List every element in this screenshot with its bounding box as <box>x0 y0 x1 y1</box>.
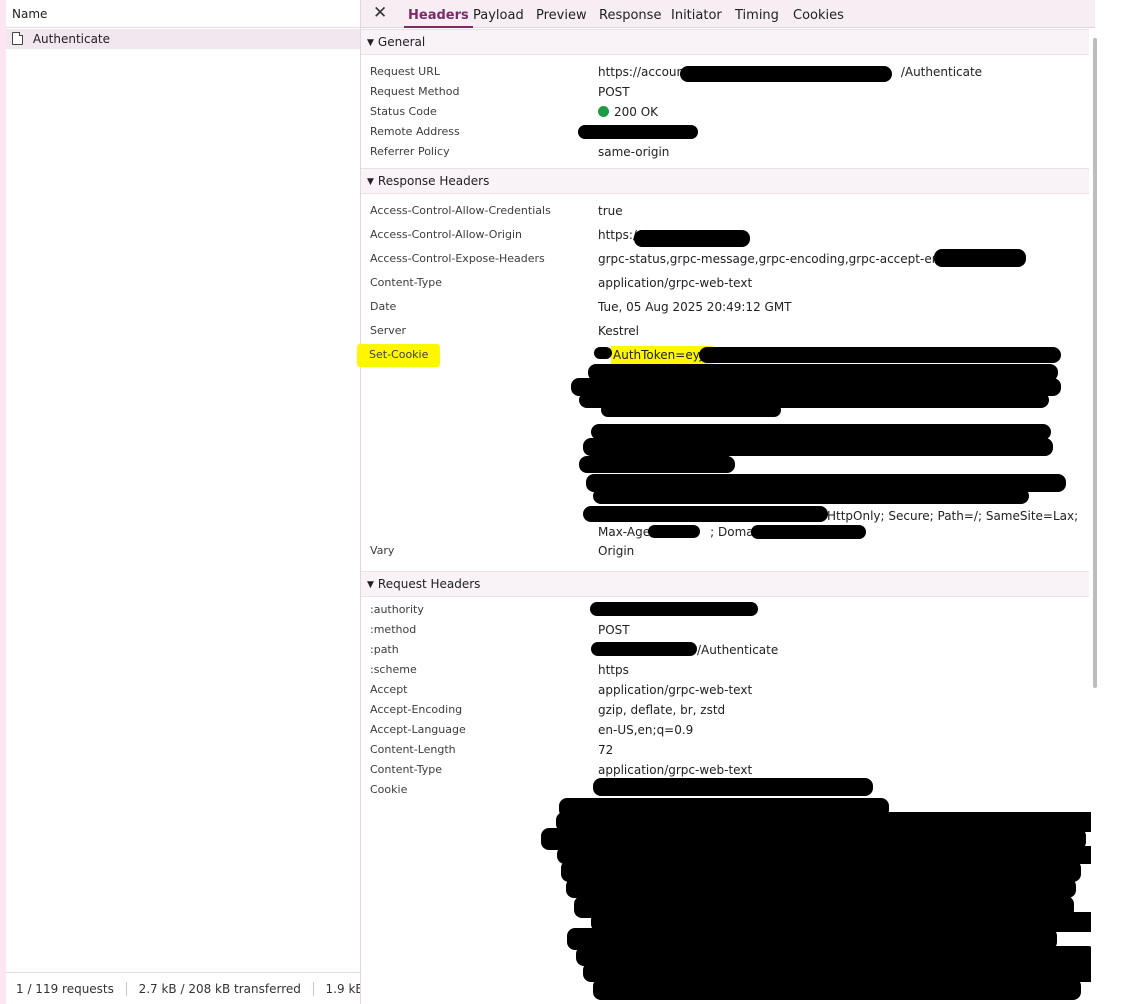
network-status-bar: 1 / 119 requests 2.7 kB / 208 kB transfe… <box>6 972 360 1004</box>
header-key: Access-Control-Expose-Headers <box>370 252 545 265</box>
header-value: POST <box>598 623 630 637</box>
header-key: :authority <box>370 603 424 616</box>
request-count: 1 / 119 requests <box>16 982 114 996</box>
header-key: Status Code <box>370 105 437 118</box>
redaction <box>591 642 697 656</box>
name-column-header[interactable]: Name <box>6 0 360 28</box>
redaction <box>578 125 698 139</box>
document-icon <box>12 32 23 45</box>
collapse-triangle-icon: ▼ <box>367 580 374 590</box>
header-value: application/grpc-web-text <box>598 276 753 290</box>
tab-initiator[interactable]: Initiator <box>671 0 722 28</box>
header-key: Request Method <box>370 85 460 98</box>
redaction <box>590 602 758 616</box>
response-headers-section-header[interactable]: ▼ Response Headers <box>361 168 1089 194</box>
header-key: Accept-Encoding <box>370 703 463 716</box>
header-key: Remote Address <box>370 125 460 138</box>
collapse-triangle-icon: ▼ <box>367 38 374 48</box>
tab-response[interactable]: Response <box>599 0 661 28</box>
header-value: https <box>598 663 629 677</box>
name-column-label: Name <box>12 7 48 21</box>
redaction <box>601 403 781 417</box>
redaction <box>648 525 700 538</box>
header-key: Date <box>370 300 397 313</box>
header-value: Kestrel <box>598 324 639 338</box>
header-value: gzip, deflate, br, zstd <box>598 703 726 717</box>
redaction <box>579 456 735 473</box>
redaction <box>593 488 1029 504</box>
header-value: Tue, 05 Aug 2025 20:49:12 GMT <box>598 300 792 314</box>
section-title: Request Headers <box>377 577 481 591</box>
header-key: Access-Control-Allow-Origin <box>370 228 523 241</box>
redaction <box>593 778 873 796</box>
collapse-triangle-icon: ▼ <box>367 177 374 187</box>
request-name: Authenticate <box>32 32 111 46</box>
redaction <box>934 249 1026 267</box>
header-key: :scheme <box>370 663 417 676</box>
header-value: application/grpc-web-text <box>598 683 753 697</box>
header-key: Vary <box>370 544 395 557</box>
header-key: :method <box>370 623 417 636</box>
header-value: 72 <box>598 743 614 757</box>
header-key: Accept <box>370 683 408 696</box>
transferred-size: 2.7 kB / 208 kB transferred <box>138 982 301 996</box>
request-row-authenticate[interactable]: Authenticate <box>6 29 360 49</box>
header-key: Accept-Language <box>370 723 466 736</box>
redaction <box>583 438 1053 456</box>
redaction <box>566 878 1076 898</box>
header-value: en-US,en;q=0.9 <box>598 723 694 737</box>
scrollbar-thumb[interactable] <box>1093 38 1097 688</box>
header-key: Access-Control-Allow-Credentials <box>370 204 551 217</box>
header-key: Request URL <box>370 65 441 78</box>
close-icon[interactable]: ✕ <box>373 3 387 23</box>
redaction <box>751 525 866 539</box>
redaction <box>594 347 612 359</box>
section-title: Response Headers <box>377 174 490 188</box>
header-key: :path <box>370 643 399 656</box>
header-key: Referrer Policy <box>370 145 450 158</box>
header-value: Origin <box>598 544 635 558</box>
tab-preview[interactable]: Preview <box>536 0 587 28</box>
redaction <box>583 506 828 522</box>
header-value: same-origin <box>598 145 670 159</box>
header-key: Content-Type <box>370 276 442 289</box>
header-value: /Authenticate <box>697 643 779 657</box>
request-details-panel: ✕ Headers Payload Preview Response Initi… <box>357 0 1122 1004</box>
tab-payload[interactable]: Payload <box>473 0 524 28</box>
set-cookie-value: AuthToken=eyJh <box>611 346 713 364</box>
redaction <box>680 66 892 82</box>
tab-timing[interactable]: Timing <box>735 0 779 28</box>
header-value: 200 OK <box>598 105 658 119</box>
header-value: POST <box>598 85 630 99</box>
header-value: grpc-status,grpc-message,grpc-encoding,g… <box>598 252 980 266</box>
cookie-attributes: HttpOnly; Secure; Path=/; SameSite=Lax; <box>827 509 1079 523</box>
request-list-panel: Name Authenticate 1 / 119 requests 2.7 k… <box>0 0 361 1004</box>
resources-size: 1.9 kB / 951 kl <box>325 982 360 996</box>
tab-cookies[interactable]: Cookies <box>793 0 844 28</box>
set-cookie-key: Set-Cookie <box>357 344 441 367</box>
divider <box>125 982 127 996</box>
request-headers-section-header[interactable]: ▼ Request Headers <box>361 571 1089 597</box>
header-key: Server <box>370 324 407 337</box>
details-tab-bar: ✕ Headers Payload Preview Response Initi… <box>361 0 1095 28</box>
header-value: true <box>598 204 623 218</box>
header-key: Cookie <box>370 783 408 796</box>
general-section-header[interactable]: ▼ General <box>361 29 1089 55</box>
status-ok-icon <box>598 106 609 117</box>
redaction <box>699 347 1061 363</box>
redaction <box>634 230 750 247</box>
header-key: Content-Length <box>370 743 456 756</box>
divider <box>312 982 314 996</box>
header-key: Content-Type <box>370 763 442 776</box>
redaction <box>593 978 1081 1000</box>
header-value: application/grpc-web-text <box>598 763 753 777</box>
section-title: General <box>377 35 426 49</box>
tab-headers[interactable]: Headers <box>404 0 473 28</box>
